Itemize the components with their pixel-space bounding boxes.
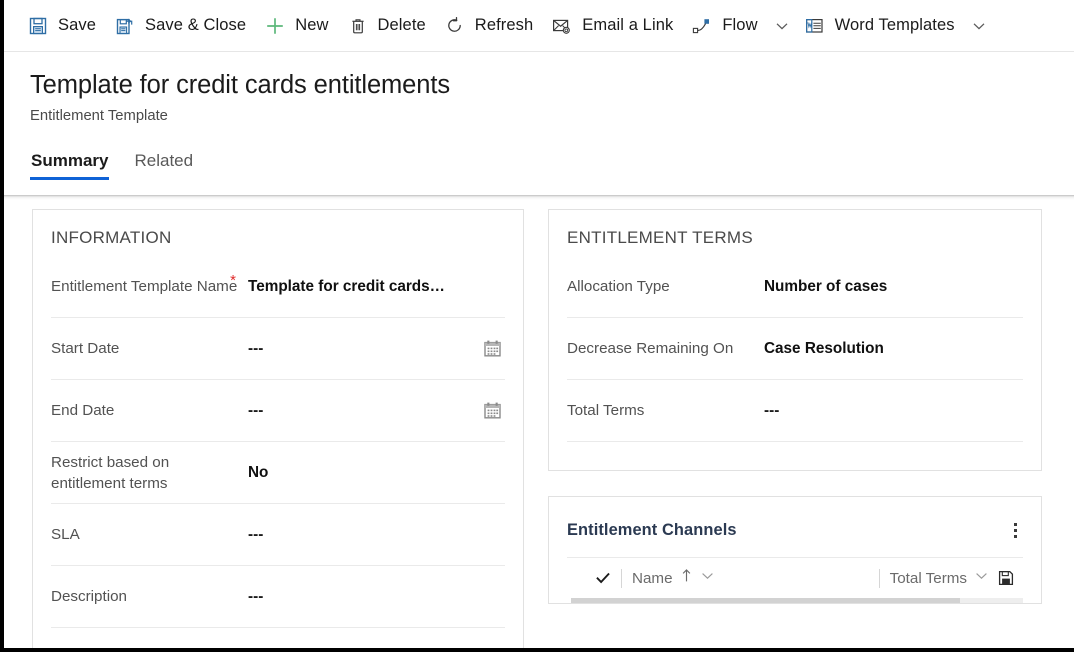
word-templates-button[interactable]: Word Templates	[795, 6, 964, 46]
flow-chevron-down-icon[interactable]	[769, 6, 795, 46]
word-templates-chevron-down-icon[interactable]	[966, 6, 992, 46]
entitlement-terms-section-title: ENTITLEMENT TERMS	[549, 210, 1041, 256]
save-and-close-button[interactable]: Save & Close	[105, 6, 255, 46]
field-value: Number of cases	[764, 277, 1023, 297]
refresh-button[interactable]: Refresh	[435, 6, 542, 46]
column-header-name[interactable]: Name	[632, 568, 715, 588]
page-title: Template for credit cards entitlements	[30, 71, 450, 100]
field-description[interactable]: Description ---	[51, 566, 505, 628]
command-bar: Save Save & Close	[4, 0, 1074, 52]
required-asterisk-icon: *	[230, 274, 236, 288]
field-label-text: Entitlement Template Name	[51, 278, 237, 295]
information-section: INFORMATION Entitlement Template Name * …	[32, 209, 524, 648]
field-start-date[interactable]: Start Date ---	[51, 318, 505, 380]
entitlement-terms-section: ENTITLEMENT TERMS Allocation Type Number…	[548, 209, 1042, 471]
word-templates-icon	[804, 15, 826, 37]
field-value: ---	[764, 401, 1023, 421]
field-label: End Date	[51, 400, 248, 421]
section-bottom-padding	[33, 628, 523, 648]
field-decrease-remaining-on[interactable]: Decrease Remaining On Case Resolution	[567, 318, 1023, 380]
new-button-label: New	[295, 16, 328, 35]
field-value: ---	[248, 587, 505, 607]
flow-button-label: Flow	[722, 16, 757, 35]
refresh-button-label: Refresh	[475, 16, 533, 35]
scrollbar-thumb[interactable]	[571, 598, 960, 603]
column-header-label: Name	[632, 570, 673, 587]
right-column: ENTITLEMENT TERMS Allocation Type Number…	[548, 209, 1042, 604]
subgrid-header: Entitlement Channels	[549, 497, 1041, 544]
trash-icon	[347, 15, 369, 37]
flow-button[interactable]: Flow	[682, 6, 766, 46]
select-all-checkmark-icon[interactable]	[589, 570, 617, 586]
form-tabs: Summary Related	[30, 151, 194, 180]
field-label: Total Terms	[567, 400, 764, 421]
field-label: Restrict based on entitlement terms	[51, 452, 248, 494]
field-end-date[interactable]: End Date ---	[51, 380, 505, 442]
column-chevron-down-icon[interactable]	[974, 568, 989, 588]
information-section-title: INFORMATION	[33, 210, 523, 256]
save-button-label: Save	[58, 16, 96, 35]
email-a-link-button-label: Email a Link	[582, 16, 673, 35]
field-total-terms[interactable]: Total Terms ---	[567, 380, 1023, 442]
calendar-icon[interactable]	[479, 401, 505, 420]
field-value: No	[248, 463, 505, 483]
column-header-total-terms[interactable]: Total Terms	[890, 568, 989, 588]
record-form-window: Save Save & Close	[0, 0, 1074, 652]
email-link-icon	[551, 15, 573, 37]
entity-type-label: Entitlement Template	[30, 108, 168, 124]
field-value: Case Resolution	[764, 339, 1023, 359]
field-value: ---	[248, 401, 479, 421]
section-bottom-padding	[549, 442, 1041, 470]
save-button[interactable]: Save	[18, 6, 105, 46]
field-label: Description	[51, 586, 248, 607]
field-restrict-based-on-entitlement-terms[interactable]: Restrict based on entitlement terms No	[51, 442, 505, 504]
subgrid-column-headers: Name	[567, 558, 1023, 598]
field-label: Allocation Type	[567, 276, 764, 297]
entitlement-channels-subgrid: Entitlement Channels Name	[548, 496, 1042, 604]
subgrid-save-icon[interactable]	[989, 570, 1023, 586]
column-chevron-down-icon[interactable]	[700, 568, 715, 588]
sort-ascending-icon	[680, 568, 693, 588]
save-icon	[27, 15, 49, 37]
field-label: Start Date	[51, 338, 248, 359]
refresh-icon	[444, 15, 466, 37]
field-allocation-type[interactable]: Allocation Type Number of cases	[567, 256, 1023, 318]
delete-button[interactable]: Delete	[338, 6, 435, 46]
tab-related[interactable]: Related	[133, 151, 194, 180]
scrollbar-thumb[interactable]	[1065, 200, 1071, 500]
column-divider	[621, 569, 622, 588]
subgrid-title: Entitlement Channels	[567, 521, 737, 540]
field-sla[interactable]: SLA ---	[51, 504, 505, 566]
more-commands-icon[interactable]	[1006, 517, 1025, 544]
form-vertical-scrollbar[interactable]	[1064, 200, 1072, 648]
email-a-link-button[interactable]: Email a Link	[542, 6, 682, 46]
flow-icon	[691, 15, 713, 37]
field-label: Decrease Remaining On	[567, 338, 764, 359]
calendar-icon[interactable]	[479, 339, 505, 358]
plus-icon	[264, 15, 286, 37]
delete-button-label: Delete	[378, 16, 426, 35]
column-header-label: Total Terms	[890, 570, 967, 587]
record-header: Template for credit cards entitlements E…	[4, 52, 1074, 195]
column-divider	[879, 569, 880, 588]
field-entitlement-template-name[interactable]: Entitlement Template Name * Template for…	[51, 256, 505, 318]
field-value: Template for credit cards…	[248, 277, 505, 297]
save-and-close-icon	[114, 15, 136, 37]
field-label: Entitlement Template Name *	[51, 276, 248, 297]
field-value: ---	[248, 339, 479, 359]
subgrid-horizontal-scrollbar[interactable]	[571, 598, 1023, 603]
form-canvas: INFORMATION Entitlement Template Name * …	[4, 200, 1074, 648]
field-value: ---	[248, 525, 505, 545]
save-and-close-button-label: Save & Close	[145, 16, 246, 35]
field-label: SLA	[51, 524, 248, 545]
tab-summary[interactable]: Summary	[30, 151, 109, 180]
word-templates-button-label: Word Templates	[835, 16, 955, 35]
left-column: INFORMATION Entitlement Template Name * …	[32, 209, 524, 648]
new-button[interactable]: New	[255, 6, 337, 46]
